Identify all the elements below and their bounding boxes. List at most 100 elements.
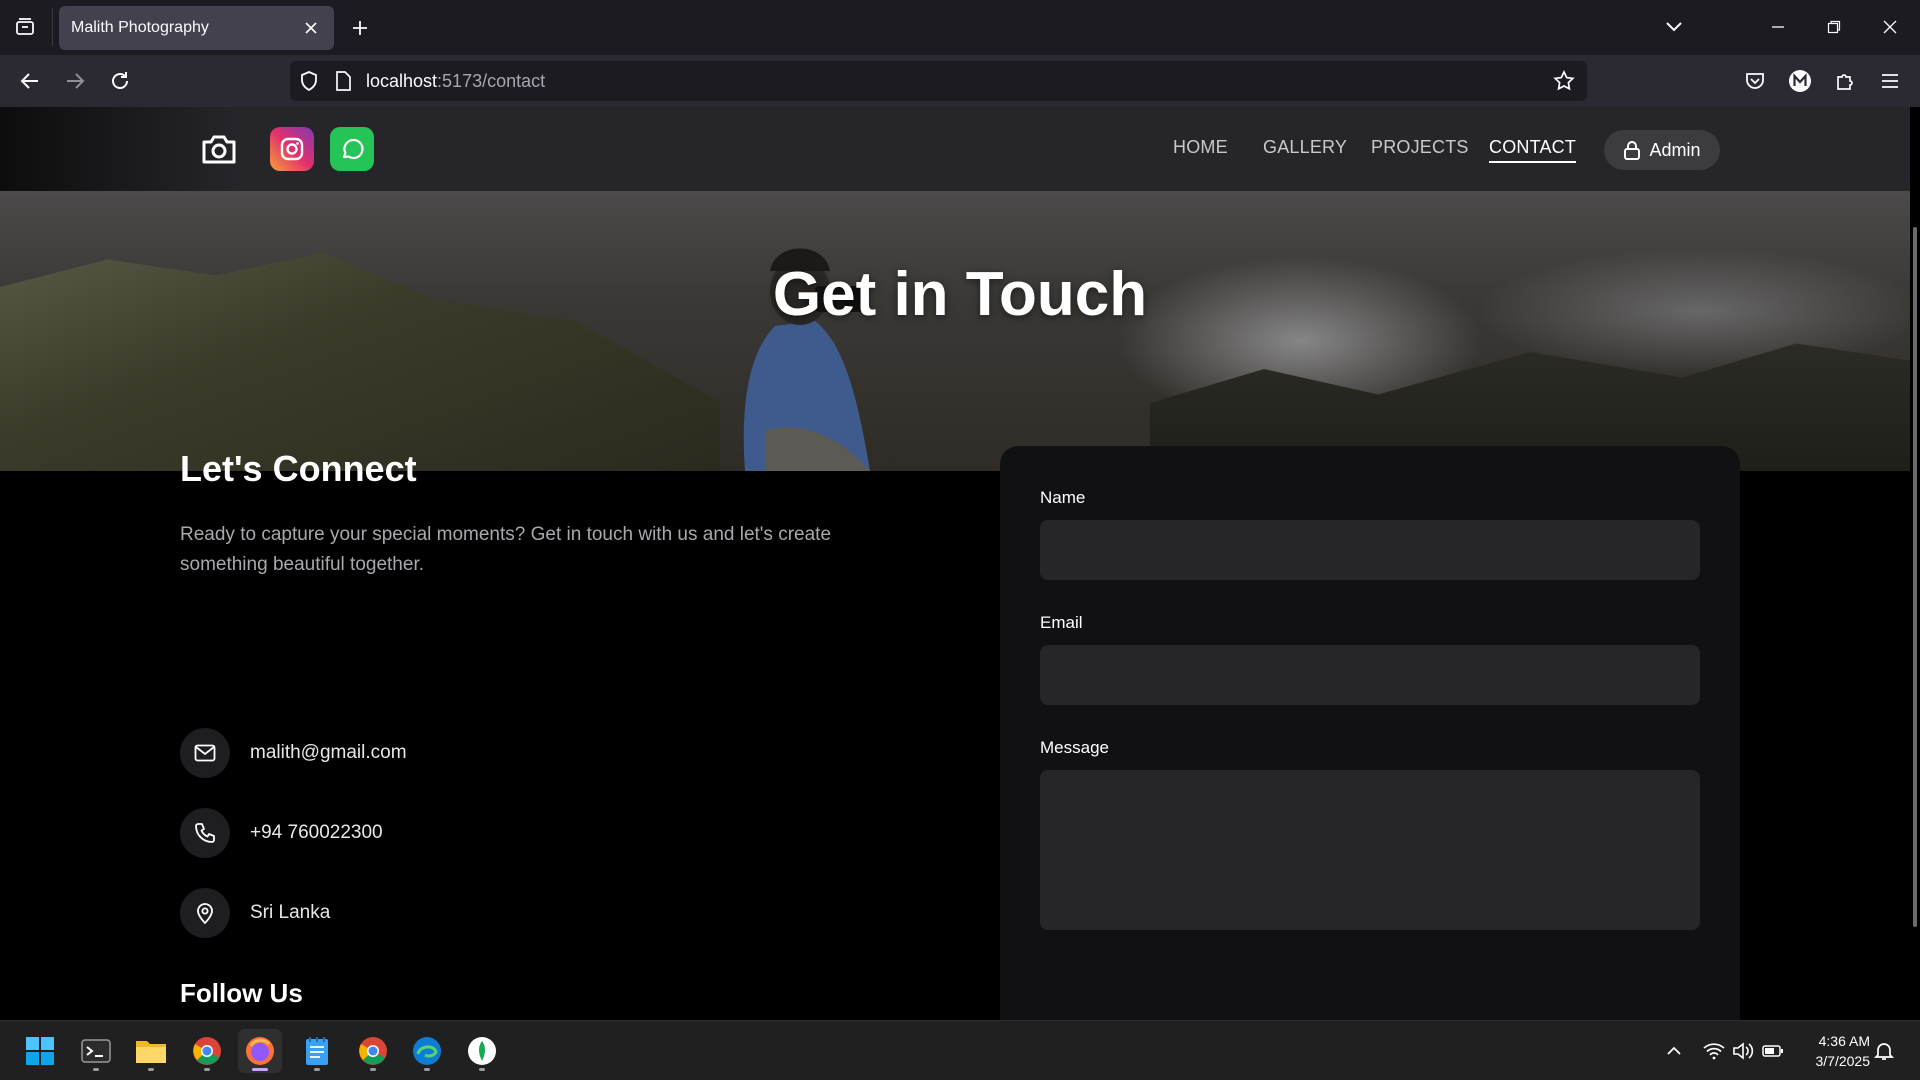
taskbar-file-explorer[interactable] <box>129 1029 173 1073</box>
url-text[interactable]: localhost:5173/contact <box>366 71 545 92</box>
extensions-button[interactable] <box>1828 64 1862 98</box>
arrow-right-icon <box>67 73 85 89</box>
terminal-icon <box>81 1039 111 1063</box>
nav-projects[interactable]: PROJECTS <box>1371 137 1469 158</box>
pocket-button[interactable] <box>1738 64 1772 98</box>
wifi-status[interactable] <box>1702 1039 1726 1063</box>
clock-time: 4:36 AM <box>1818 1033 1870 1049</box>
hero-title: Get in Touch <box>772 260 1148 329</box>
location-text: Sri Lanka <box>250 902 331 923</box>
browser-tab-active[interactable]: Malith Photography <box>59 6 334 50</box>
notifications-button[interactable] <box>1872 1039 1896 1063</box>
mail-icon <box>180 728 230 778</box>
account-avatar-icon <box>1789 70 1811 92</box>
page-icon <box>336 71 351 91</box>
taskbar-chrome[interactable] <box>185 1029 229 1073</box>
volume-status[interactable] <box>1731 1039 1755 1063</box>
phone-text[interactable]: +94 760022300 <box>250 822 383 844</box>
name-input[interactable] <box>1040 520 1700 580</box>
running-indicator <box>370 1068 376 1071</box>
forward-button[interactable] <box>58 64 92 98</box>
tab-list-button[interactable] <box>10 12 40 42</box>
email-input[interactable] <box>1040 645 1700 705</box>
nav-contact[interactable]: CONTACT <box>1489 137 1577 163</box>
camera-logo-icon[interactable] <box>198 129 240 171</box>
tab-separator <box>52 8 53 46</box>
lock-icon <box>1624 141 1641 160</box>
taskbar-firefox[interactable] <box>238 1029 282 1073</box>
url-bar[interactable]: localhost:5173/contact <box>290 61 1587 101</box>
menu-button[interactable] <box>1873 64 1907 98</box>
pocket-icon <box>1746 73 1764 89</box>
taskbar-mongodb-compass[interactable] <box>460 1029 504 1073</box>
url-host: localhost <box>366 71 438 91</box>
connect-description: Ready to capture your special moments? G… <box>180 524 832 575</box>
battery-icon <box>1762 1045 1783 1057</box>
tab-title: Malith Photography <box>71 19 209 36</box>
instagram-icon[interactable] <box>270 127 314 171</box>
account-button[interactable] <box>1783 64 1817 98</box>
running-indicator <box>93 1068 99 1071</box>
running-indicator <box>252 1068 268 1071</box>
running-indicator <box>204 1068 210 1071</box>
firefox-icon <box>246 1037 274 1065</box>
start-icon <box>26 1037 54 1065</box>
mongodb-icon <box>468 1037 496 1065</box>
puzzle-icon <box>1837 74 1853 90</box>
message-textarea[interactable] <box>1040 770 1700 930</box>
file-explorer-icon <box>136 1041 166 1063</box>
browser-nav-bar: localhost:5173/contact <box>0 55 1920 107</box>
list-all-tabs-button[interactable] <box>1654 10 1694 44</box>
running-indicator <box>314 1068 320 1071</box>
new-tab-button[interactable] <box>345 13 375 43</box>
taskbar-chrome-2[interactable] <box>351 1029 395 1073</box>
email-label: Email <box>1040 613 1083 632</box>
message-label: Message <box>1040 738 1109 757</box>
whatsapp-icon[interactable] <box>330 127 374 171</box>
running-indicator <box>479 1068 485 1071</box>
phone-icon <box>180 808 230 858</box>
map-pin-icon <box>180 888 230 938</box>
nav-home[interactable]: HOME <box>1173 137 1228 158</box>
tab-list-icon <box>16 18 34 35</box>
phone-contact-row[interactable]: +94 760022300 <box>180 808 383 858</box>
system-clock[interactable]: 4:36 AM 3/7/2025 <box>1800 1031 1871 1071</box>
page-scrollbar[interactable] <box>1913 227 1917 927</box>
bookmark-star-icon[interactable] <box>1553 70 1575 92</box>
bell-icon <box>1874 1043 1894 1060</box>
notepad-icon <box>306 1037 328 1065</box>
name-label: Name <box>1040 488 1086 507</box>
start-button[interactable] <box>18 1029 62 1073</box>
restore-button[interactable] <box>1814 10 1854 44</box>
running-indicator <box>424 1068 430 1071</box>
edge-icon <box>413 1037 441 1065</box>
back-button[interactable] <box>13 64 47 98</box>
hero-banner: Get in Touch <box>0 191 1910 471</box>
battery-status[interactable] <box>1761 1039 1785 1063</box>
chevron-down-icon <box>1666 22 1682 32</box>
admin-label: Admin <box>1649 139 1701 160</box>
chrome-icon <box>359 1037 387 1065</box>
email-contact-row[interactable]: malith@gmail.com <box>180 728 407 778</box>
running-indicator <box>148 1068 154 1071</box>
email-text[interactable]: malith@gmail.com <box>250 742 407 764</box>
chrome-icon <box>193 1037 221 1065</box>
close-window-button[interactable] <box>1870 10 1910 44</box>
follow-us-heading: Follow Us <box>180 978 303 1008</box>
admin-button[interactable]: Admin <box>1604 130 1720 170</box>
arrow-left-icon <box>20 73 38 89</box>
taskbar-terminal[interactable] <box>74 1029 118 1073</box>
minimize-button[interactable] <box>1758 10 1798 44</box>
taskbar-notepad[interactable] <box>295 1029 339 1073</box>
url-path: :5173/contact <box>437 71 546 91</box>
show-hidden-icons-button[interactable] <box>1662 1039 1686 1063</box>
plus-icon <box>353 21 367 35</box>
close-tab-icon[interactable] <box>300 17 322 39</box>
minimize-icon <box>1772 26 1784 28</box>
taskbar-edge[interactable] <box>405 1029 449 1073</box>
shield-icon <box>301 71 317 92</box>
reload-button[interactable] <box>103 64 137 98</box>
site-header: HOME GALLERY PROJECTS CONTACT Admin <box>0 107 1910 191</box>
nav-gallery[interactable]: GALLERY <box>1263 137 1347 158</box>
clock-date: 3/7/2025 <box>1815 1053 1871 1069</box>
